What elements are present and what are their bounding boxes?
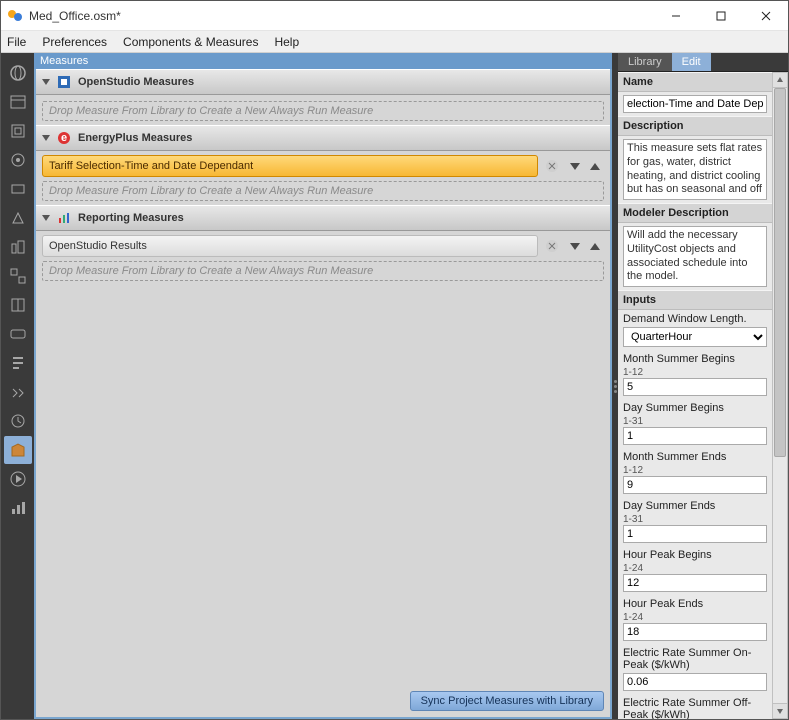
reporting-icon	[56, 210, 72, 226]
tool-output-icon[interactable]	[4, 349, 32, 377]
rate-summer-on-input[interactable]	[623, 673, 767, 691]
tool-measures-icon[interactable]	[4, 436, 32, 464]
move-up-button[interactable]	[586, 157, 604, 175]
right-panel: Library Edit Name Description This measu…	[618, 53, 788, 719]
tool-schedules-icon[interactable]	[4, 88, 32, 116]
measure-item-tariff[interactable]: Tariff Selection-Time and Date Dependant	[42, 155, 538, 177]
rate-summer-off-label: Electric Rate Summer Off-Peak ($/kWh)	[623, 697, 767, 719]
day-summer-ends-label: Day Summer Ends	[623, 500, 767, 512]
name-label: Name	[618, 72, 772, 92]
section-energyplus-title: EnergyPlus Measures	[78, 132, 192, 144]
hour-peak-begins-sub: 1-24	[623, 563, 767, 574]
menu-help[interactable]: Help	[274, 35, 299, 49]
tool-loads-icon[interactable]	[4, 146, 32, 174]
close-button[interactable]	[743, 1, 788, 30]
tool-spaces-icon[interactable]	[4, 262, 32, 290]
menubar: File Preferences Components & Measures H…	[1, 31, 788, 53]
move-up-button[interactable]	[586, 237, 604, 255]
month-summer-ends-sub: 1-12	[623, 465, 767, 476]
modeler-text: Will add the necessary UtilityCost objec…	[623, 226, 767, 287]
hour-peak-ends-input[interactable]	[623, 623, 767, 641]
tab-library[interactable]: Library	[618, 53, 672, 71]
month-summer-begins-sub: 1-12	[623, 367, 767, 378]
svg-text:e: e	[61, 132, 67, 144]
rate-summer-on-label: Electric Rate Summer On-Peak ($/kWh)	[623, 647, 767, 671]
scroll-up-icon[interactable]	[772, 72, 788, 88]
day-summer-begins-sub: 1-31	[623, 416, 767, 427]
delete-measure-button[interactable]	[544, 238, 560, 254]
tool-spacetype-icon[interactable]	[4, 175, 32, 203]
month-summer-ends-input[interactable]	[623, 476, 767, 494]
dropzone-openstudio[interactable]: Drop Measure From Library to Create a Ne…	[42, 101, 604, 121]
openstudio-icon	[56, 74, 72, 90]
tool-site-icon[interactable]	[4, 59, 32, 87]
measures-panel-title: Measures	[34, 53, 612, 69]
center-panel: Measures OpenStudio Measures Drop Measur…	[34, 53, 612, 719]
demand-window-label: Demand Window Length.	[623, 313, 767, 325]
menu-preferences[interactable]: Preferences	[42, 35, 107, 49]
day-summer-begins-label: Day Summer Begins	[623, 402, 767, 414]
measure-item-osresults[interactable]: OpenStudio Results	[42, 235, 538, 257]
minimize-button[interactable]	[653, 1, 698, 30]
hour-peak-ends-label: Hour Peak Ends	[623, 598, 767, 610]
description-label: Description	[618, 116, 772, 136]
day-summer-ends-input[interactable]	[623, 525, 767, 543]
tool-scripts-icon[interactable]	[4, 378, 32, 406]
maximize-button[interactable]	[698, 1, 743, 30]
chevron-down-icon	[42, 79, 50, 85]
chevron-down-icon	[42, 135, 50, 141]
app-window: Med_Office.osm* File Preferences Compone…	[0, 0, 789, 720]
menu-file[interactable]: File	[7, 35, 26, 49]
menu-components[interactable]: Components & Measures	[123, 35, 258, 49]
hour-peak-begins-label: Hour Peak Begins	[623, 549, 767, 561]
tool-hvac-icon[interactable]	[4, 320, 32, 348]
right-scrollbar[interactable]	[772, 72, 788, 719]
chevron-down-icon	[42, 215, 50, 221]
left-toolbar	[1, 53, 34, 719]
move-down-button[interactable]	[566, 237, 584, 255]
modeler-label: Modeler Description	[618, 203, 772, 223]
tool-run-icon[interactable]	[4, 465, 32, 493]
section-reporting-title: Reporting Measures	[78, 212, 184, 224]
tool-geometry-icon[interactable]	[4, 204, 32, 232]
inputs-label: Inputs	[618, 290, 772, 310]
app-icon	[7, 8, 23, 24]
scroll-thumb[interactable]	[774, 88, 786, 457]
tool-constructions-icon[interactable]	[4, 117, 32, 145]
name-input[interactable]	[623, 95, 767, 113]
section-reporting-header[interactable]: Reporting Measures	[36, 205, 610, 231]
day-summer-begins-input[interactable]	[623, 427, 767, 445]
tab-edit[interactable]: Edit	[672, 53, 711, 71]
month-summer-begins-input[interactable]	[623, 378, 767, 396]
dropzone-energyplus[interactable]: Drop Measure From Library to Create a Ne…	[42, 181, 604, 201]
section-energyplus-header[interactable]: e EnergyPlus Measures	[36, 125, 610, 151]
description-text: This measure sets flat rates for gas, wa…	[623, 139, 767, 200]
dropzone-reporting[interactable]: Drop Measure From Library to Create a Ne…	[42, 261, 604, 281]
tool-facility-icon[interactable]	[4, 233, 32, 261]
tool-thermalzones-icon[interactable]	[4, 291, 32, 319]
section-openstudio-header[interactable]: OpenStudio Measures	[36, 69, 610, 95]
hour-peak-ends-sub: 1-24	[623, 612, 767, 623]
day-summer-ends-sub: 1-31	[623, 514, 767, 525]
scroll-down-icon[interactable]	[772, 703, 788, 719]
sync-measures-button[interactable]: Sync Project Measures with Library	[410, 691, 604, 711]
titlebar: Med_Office.osm*	[1, 1, 788, 31]
hour-peak-begins-input[interactable]	[623, 574, 767, 592]
month-summer-begins-label: Month Summer Begins	[623, 353, 767, 365]
demand-window-select[interactable]: QuarterHour	[623, 327, 767, 347]
month-summer-ends-label: Month Summer Ends	[623, 451, 767, 463]
scroll-track[interactable]	[772, 88, 788, 703]
window-title: Med_Office.osm*	[29, 9, 653, 23]
delete-measure-button[interactable]	[544, 158, 560, 174]
section-openstudio-title: OpenStudio Measures	[78, 76, 194, 88]
tool-results-icon[interactable]	[4, 494, 32, 522]
tool-simulation-icon[interactable]	[4, 407, 32, 435]
move-down-button[interactable]	[566, 157, 584, 175]
energyplus-icon: e	[56, 130, 72, 146]
